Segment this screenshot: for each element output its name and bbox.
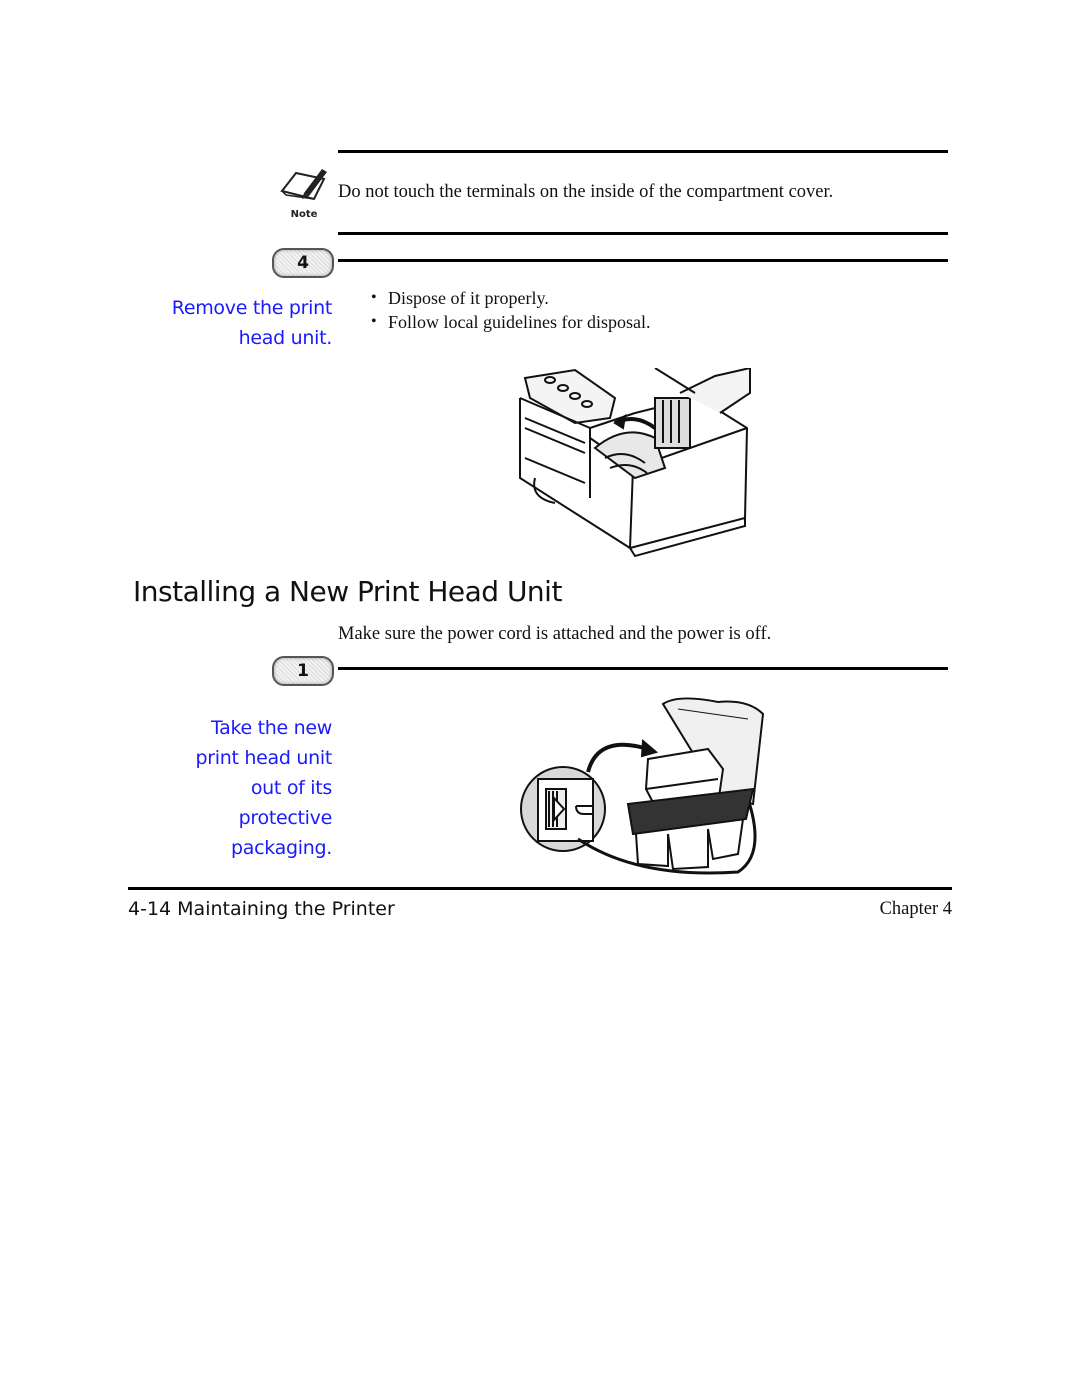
svg-text:Note: Note [291, 209, 318, 220]
footer-rule [128, 887, 952, 890]
note-icon: Note [274, 165, 334, 223]
printer-open-icon [519, 366, 751, 558]
bullet-item: Dispose of it properly. [368, 286, 868, 310]
step-number: 4 [297, 253, 309, 273]
step-number: 1 [297, 661, 309, 681]
instruction-line: head unit. [238, 327, 333, 349]
step-1-instruction: Take the new print head unit out of its … [140, 713, 333, 863]
note-pencil-icon: Note [280, 169, 327, 220]
footer-page-label: 4-14 Maintaining the Printer [128, 898, 395, 920]
note-bottom-rule [338, 232, 948, 235]
instruction-line: Take the new [210, 717, 332, 739]
bullet-item: Follow local guidelines for disposal. [368, 310, 868, 334]
instruction-line: print head unit [195, 747, 333, 769]
note-text: Do not touch the terminals on the inside… [338, 182, 834, 202]
instruction-line: out of its [250, 777, 332, 799]
step-1-badge: 1 [272, 656, 334, 686]
instruction-line: Remove the print [171, 297, 333, 319]
step-4-rule [338, 259, 948, 262]
step-1-rule [338, 667, 948, 670]
step-4-badge: 4 [272, 248, 334, 278]
footer-chapter: Chapter 4 [879, 899, 952, 919]
step-4-bullets: Dispose of it properly. Follow local gui… [368, 286, 868, 334]
instruction-line: protective [238, 807, 333, 829]
note-top-rule [338, 150, 948, 153]
print-head-illustration [518, 694, 768, 879]
printer-illustration [515, 366, 760, 558]
print-head-package-icon [520, 697, 765, 875]
section-intro: Make sure the power cord is attached and… [338, 624, 772, 644]
section-title: Installing a New Print Head Unit [133, 575, 562, 608]
step-4-instruction: Remove the print head unit. [140, 293, 333, 353]
instruction-line: packaging. [231, 837, 332, 859]
